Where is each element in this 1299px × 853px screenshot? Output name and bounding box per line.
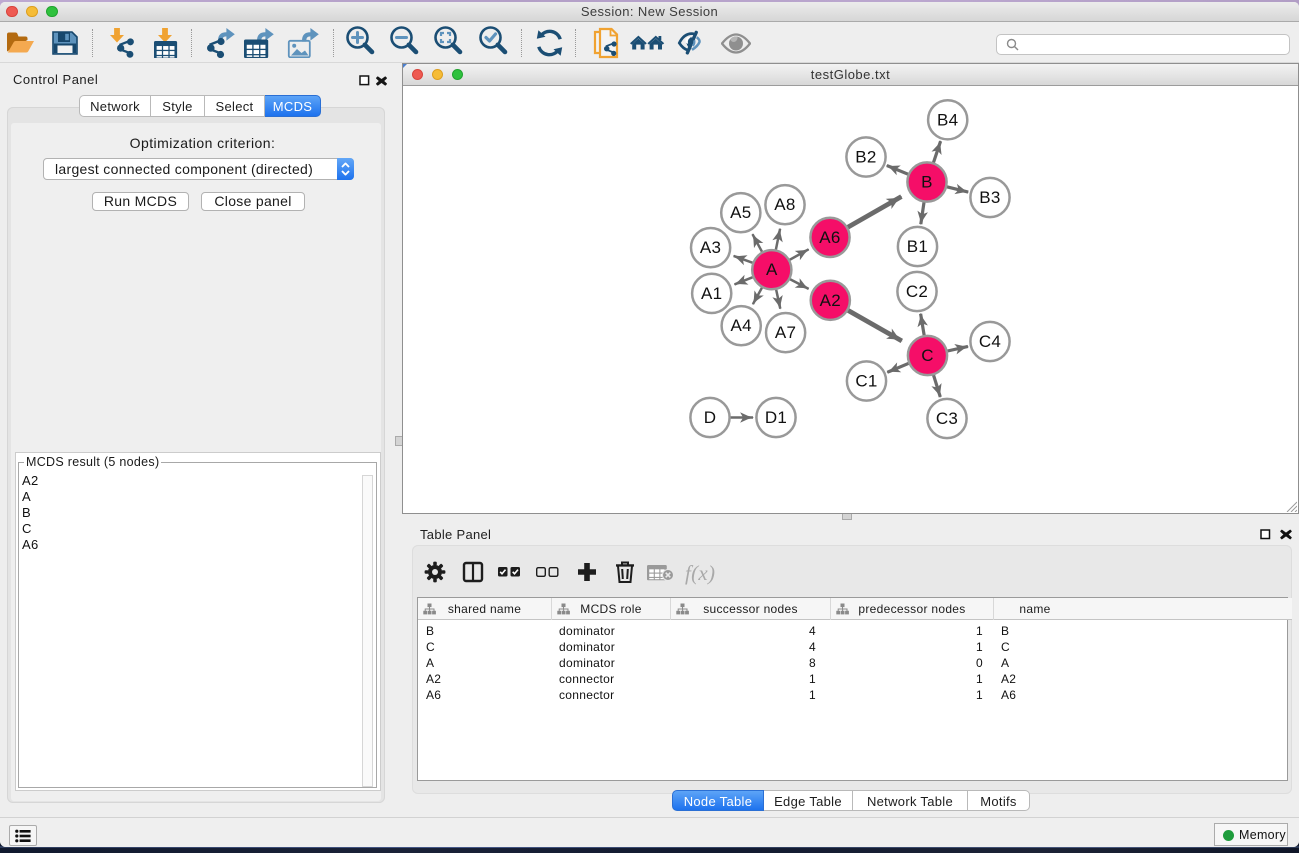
svg-text:A4: A4 bbox=[730, 316, 751, 335]
svg-text:B4: B4 bbox=[937, 110, 958, 129]
svg-text:C4: C4 bbox=[979, 332, 1001, 351]
svg-text:D: D bbox=[704, 408, 717, 427]
svg-text:B1: B1 bbox=[907, 237, 928, 256]
svg-text:A7: A7 bbox=[775, 323, 796, 342]
svg-text:D1: D1 bbox=[765, 408, 787, 427]
svg-text:C3: C3 bbox=[936, 409, 958, 428]
svg-text:C2: C2 bbox=[906, 282, 928, 301]
svg-text:A5: A5 bbox=[730, 203, 751, 222]
svg-text:A3: A3 bbox=[700, 238, 721, 257]
svg-text:B2: B2 bbox=[855, 148, 876, 167]
svg-text:B: B bbox=[921, 173, 933, 192]
svg-text:A8: A8 bbox=[774, 195, 795, 214]
svg-text:A: A bbox=[766, 260, 778, 279]
svg-text:A2: A2 bbox=[820, 291, 841, 310]
svg-text:C: C bbox=[921, 346, 934, 365]
svg-text:C1: C1 bbox=[855, 372, 877, 391]
svg-text:A1: A1 bbox=[701, 284, 722, 303]
svg-text:A6: A6 bbox=[819, 228, 840, 247]
svg-text:B3: B3 bbox=[979, 188, 1000, 207]
